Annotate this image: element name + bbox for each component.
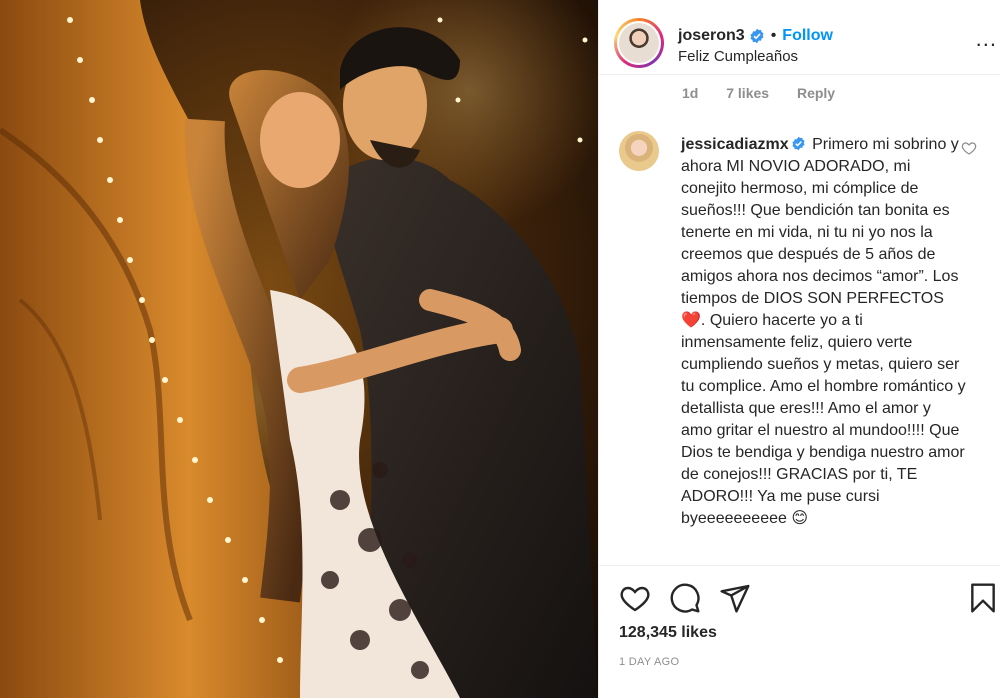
reply-button[interactable]: Reply bbox=[797, 85, 835, 101]
follow-button[interactable]: Follow bbox=[782, 27, 833, 45]
heart-icon[interactable] bbox=[619, 582, 651, 614]
post-actions: 128,345 likes 1 DAY AGO bbox=[599, 565, 1000, 698]
bookmark-icon[interactable] bbox=[967, 582, 999, 614]
separator-dot: • bbox=[770, 27, 777, 44]
previous-comment-meta: 1d 7 likes Reply bbox=[682, 85, 859, 101]
more-options-icon[interactable]: ... bbox=[976, 28, 997, 50]
comments-list[interactable]: 1d 7 likes Reply jessicadiazmx Primero m… bbox=[599, 75, 1000, 565]
comment-body: jessicadiazmx Primero mi sobrino y ahora… bbox=[681, 134, 966, 530]
post-photo[interactable] bbox=[0, 0, 598, 698]
verified-badge-icon bbox=[750, 28, 764, 44]
commenter-avatar[interactable] bbox=[619, 131, 659, 171]
comment-icon[interactable] bbox=[669, 582, 701, 614]
author-username[interactable]: joseron3 bbox=[678, 27, 745, 45]
comment-time: 1d bbox=[682, 85, 699, 101]
comment-text: Primero mi sobrino y ahora MI NOVIO ADOR… bbox=[681, 136, 966, 527]
verified-badge-icon bbox=[792, 136, 805, 151]
comment-likes[interactable]: 7 likes bbox=[726, 85, 769, 101]
commenter-username[interactable]: jessicadiazmx bbox=[681, 136, 789, 153]
like-comment-heart-icon[interactable] bbox=[961, 140, 977, 156]
author-avatar-image bbox=[619, 23, 659, 63]
author-avatar[interactable] bbox=[614, 18, 664, 68]
likes-count[interactable]: 128,345 likes bbox=[619, 624, 717, 642]
post-timestamp: 1 DAY AGO bbox=[619, 656, 680, 668]
post-details-panel: joseron3 • Follow Feliz Cumpleaños ... 1… bbox=[598, 0, 1000, 698]
post-location[interactable]: Feliz Cumpleaños bbox=[678, 48, 798, 65]
share-icon[interactable] bbox=[719, 582, 751, 614]
couple-photo-illustration bbox=[0, 0, 598, 698]
post-header: joseron3 • Follow Feliz Cumpleaños ... bbox=[599, 0, 1000, 75]
